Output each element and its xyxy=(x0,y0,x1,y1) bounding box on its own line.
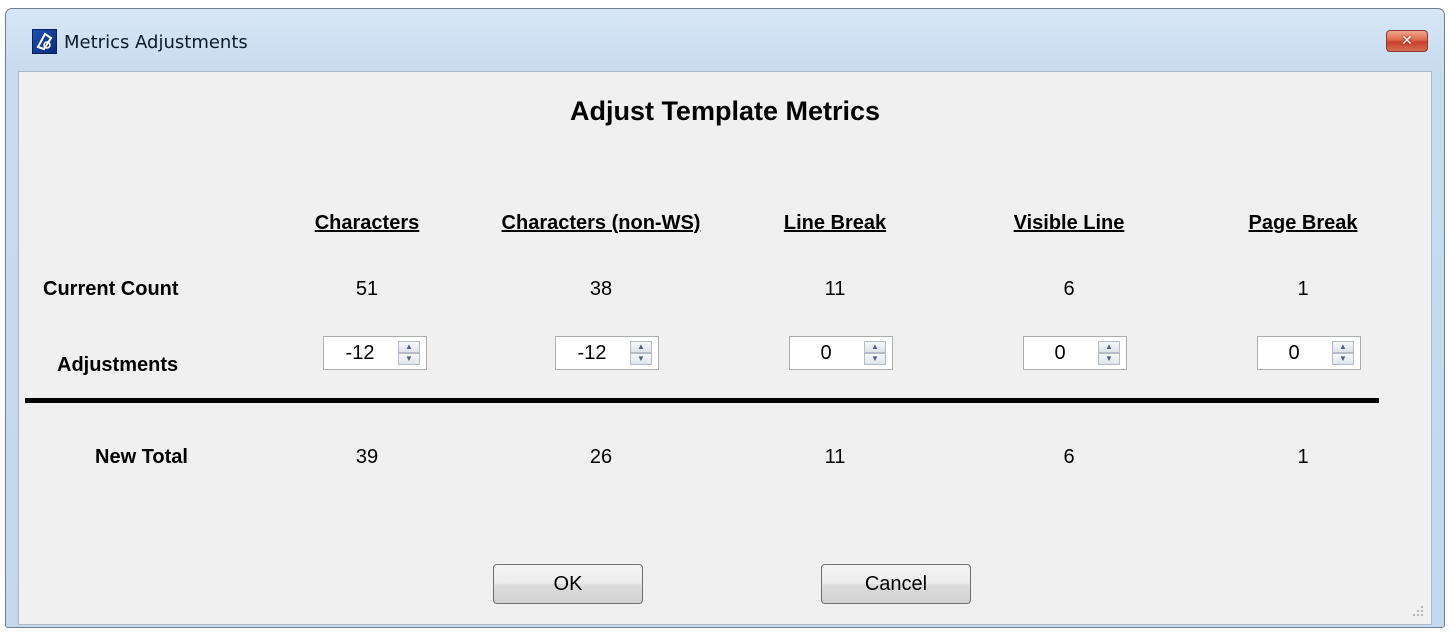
app-logo-icon xyxy=(32,29,57,54)
spin-up-icon[interactable]: ▲ xyxy=(630,341,652,353)
adjustment-spinner-visible-line[interactable]: 0 ▲ ▼ xyxy=(1023,336,1127,370)
adjustment-spinner-page-break[interactable]: 0 ▲ ▼ xyxy=(1257,336,1361,370)
close-icon: ✕ xyxy=(1401,33,1413,49)
current-count-page-break: 1 xyxy=(1297,278,1309,300)
spin-down-icon[interactable]: ▼ xyxy=(1332,353,1354,365)
spin-up-icon[interactable]: ▲ xyxy=(864,341,886,353)
column-header-characters: Characters xyxy=(314,212,420,234)
adjustments-label: Adjustments xyxy=(57,354,179,376)
adjustment-value-page-break[interactable]: 0 xyxy=(1258,337,1330,369)
title-bar[interactable]: Metrics Adjustments ✕ xyxy=(6,9,1444,73)
spin-up-icon[interactable]: ▲ xyxy=(398,341,420,353)
adjustment-value-visible-line[interactable]: 0 xyxy=(1024,337,1096,369)
column-header-page-break: Page Break xyxy=(1248,212,1358,234)
dialog-body: Adjust Template Metrics Characters Chara… xyxy=(18,71,1432,625)
adjustment-spinner-characters[interactable]: -12 ▲ ▼ xyxy=(323,336,427,370)
current-count-visible-line: 6 xyxy=(1063,278,1075,300)
dialog-window: Metrics Adjustments ✕ Adjust Template Me… xyxy=(5,8,1445,628)
current-count-characters-non-ws: 38 xyxy=(589,278,613,300)
adjustment-spinner-characters-non-ws[interactable]: -12 ▲ ▼ xyxy=(555,336,659,370)
spin-up-icon[interactable]: ▲ xyxy=(1098,341,1120,353)
spin-down-icon[interactable]: ▼ xyxy=(630,353,652,365)
new-total-characters-non-ws: 26 xyxy=(589,446,613,468)
new-total-visible-line: 6 xyxy=(1063,446,1075,468)
spin-down-icon[interactable]: ▼ xyxy=(864,353,886,365)
new-total-line-break: 11 xyxy=(824,446,846,468)
resize-grip-icon[interactable] xyxy=(1411,604,1425,618)
totals-divider xyxy=(25,398,1379,403)
column-header-line-break: Line Break xyxy=(783,212,887,234)
spin-up-icon[interactable]: ▲ xyxy=(1332,341,1354,353)
current-count-line-break: 11 xyxy=(824,278,846,300)
adjustment-value-characters[interactable]: -12 xyxy=(324,337,396,369)
new-total-characters: 39 xyxy=(355,446,379,468)
cancel-button[interactable]: Cancel xyxy=(821,564,971,604)
spin-down-icon[interactable]: ▼ xyxy=(398,353,420,365)
adjustment-value-characters-non-ws[interactable]: -12 xyxy=(556,337,628,369)
close-button[interactable]: ✕ xyxy=(1386,30,1428,52)
column-header-visible-line: Visible Line xyxy=(1013,212,1125,234)
column-header-characters-non-ws: Characters (non-WS) xyxy=(501,212,701,234)
new-total-page-break: 1 xyxy=(1297,446,1309,468)
adjustment-value-line-break[interactable]: 0 xyxy=(790,337,862,369)
dialog-heading: Adjust Template Metrics xyxy=(569,96,881,126)
new-total-label: New Total xyxy=(95,446,188,468)
adjustment-spinner-line-break[interactable]: 0 ▲ ▼ xyxy=(789,336,893,370)
spin-down-icon[interactable]: ▼ xyxy=(1098,353,1120,365)
current-count-label: Current Count xyxy=(43,278,179,300)
current-count-characters: 51 xyxy=(355,278,379,300)
window-title: Metrics Adjustments xyxy=(64,32,248,53)
ok-button[interactable]: OK xyxy=(493,564,643,604)
